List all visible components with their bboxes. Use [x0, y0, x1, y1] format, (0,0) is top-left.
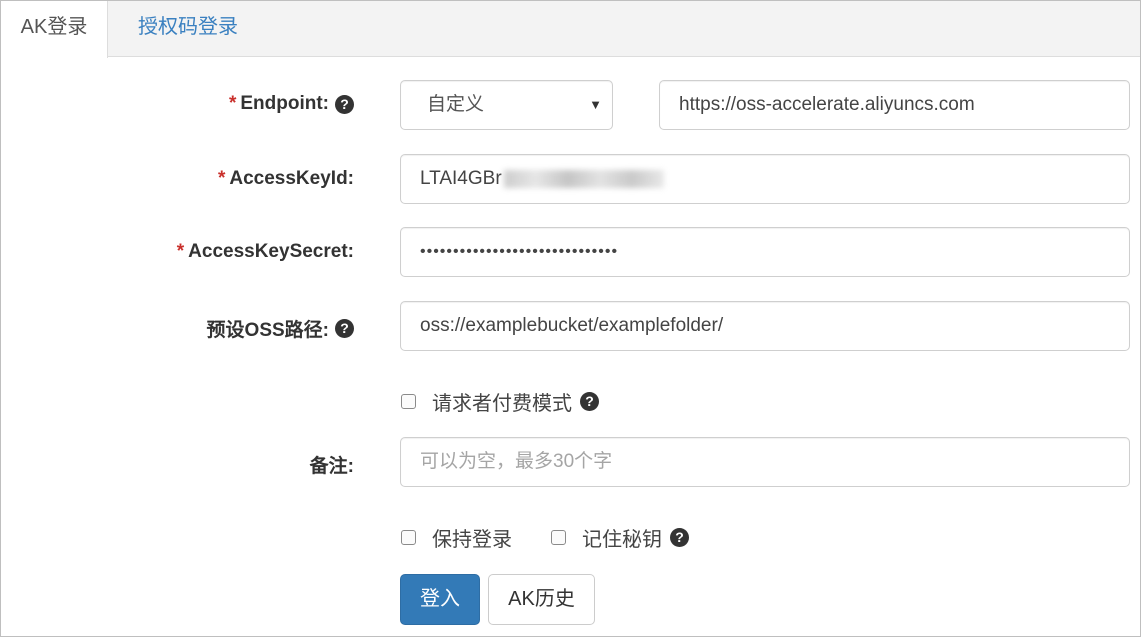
- help-icon[interactable]: ?: [335, 319, 354, 338]
- access-key-id-input[interactable]: LTAI4GBr: [400, 154, 1130, 204]
- redacted-text: [503, 169, 664, 188]
- access-key-secret-label-text: AccessKeySecret:: [188, 241, 354, 262]
- tab-auth-code-login[interactable]: 授权码登录: [108, 1, 268, 57]
- required-mark: *: [176, 241, 185, 262]
- endpoint-label: * Endpoint: ?: [229, 93, 354, 115]
- endpoint-select[interactable]: 自定义 ▼: [400, 80, 613, 130]
- help-icon[interactable]: ?: [670, 528, 689, 547]
- access-key-secret-input[interactable]: ••••••••••••••••••••••••••••••: [400, 227, 1130, 277]
- remember-key-label: 记住秘钥: [582, 529, 662, 551]
- endpoint-url-input[interactable]: https://oss-accelerate.aliyuncs.com: [659, 80, 1130, 130]
- required-mark: *: [217, 168, 226, 189]
- login-tabs: AK登录 授权码登录: [1, 1, 1140, 58]
- access-key-id-label: * AccessKeyId:: [218, 168, 354, 190]
- help-icon[interactable]: ?: [335, 94, 354, 114]
- login-panel: AK登录 授权码登录 * Endpoint: ? 自定义 ▼ https://os…: [0, 0, 1141, 637]
- keep-login-checkbox-row: 保持登录: [401, 523, 512, 552]
- access-key-secret-label: * AccessKeySecret:: [177, 241, 354, 263]
- remember-key-checkbox-row: 记住秘钥 ?: [551, 523, 689, 552]
- oss-path-label-text: 预设OSS路径:: [206, 320, 329, 341]
- access-key-id-label-text: AccessKeyId:: [229, 168, 354, 189]
- keep-login-label: 保持登录: [432, 529, 512, 551]
- keep-login-checkbox[interactable]: [401, 530, 416, 545]
- chevron-down-icon: ▼: [589, 97, 602, 112]
- required-mark: *: [228, 93, 237, 114]
- oss-path-input[interactable]: oss://examplebucket/examplefolder/: [400, 301, 1130, 351]
- note-label: 备注:: [310, 451, 354, 478]
- requester-pays-label: 请求者付费模式: [432, 393, 572, 415]
- oss-path-label: 预设OSS路径: ?: [207, 315, 354, 342]
- help-icon[interactable]: ?: [580, 392, 599, 411]
- note-label-text: 备注:: [309, 456, 354, 477]
- access-key-id-value: LTAI4GBr: [420, 168, 502, 189]
- requester-pays-checkbox[interactable]: [401, 394, 416, 409]
- ak-history-button[interactable]: AK历史: [488, 574, 595, 625]
- endpoint-select-value: 自定义: [427, 94, 485, 115]
- remember-key-checkbox[interactable]: [551, 530, 566, 545]
- note-input[interactable]: 可以为空，最多30个字: [400, 437, 1130, 487]
- endpoint-label-text: Endpoint:: [240, 93, 329, 114]
- requester-pays-checkbox-row: 请求者付费模式 ?: [401, 387, 599, 416]
- login-button[interactable]: 登入: [400, 574, 480, 625]
- tab-ak-login[interactable]: AK登录: [1, 1, 108, 58]
